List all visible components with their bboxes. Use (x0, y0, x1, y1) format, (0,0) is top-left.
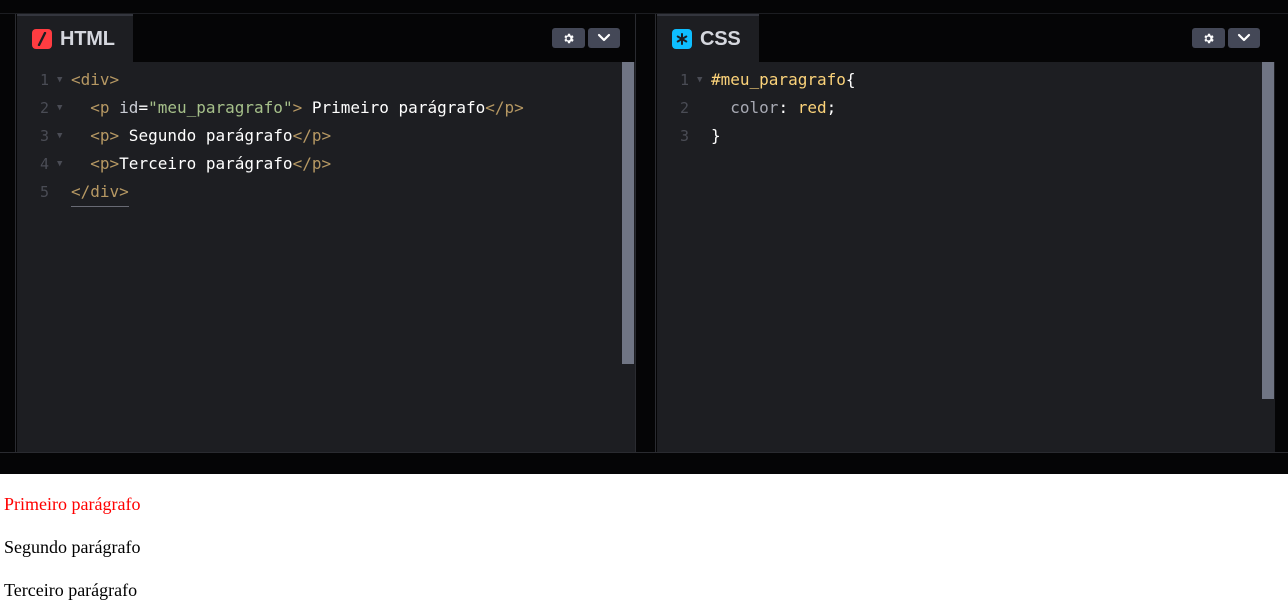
code-token: #meu_paragrafo (711, 70, 846, 89)
css-editor-pane: CSS 1 ▼ #meu_paragrafo{2 color: red; 3} (657, 14, 1275, 452)
code-token: </p> (292, 154, 332, 173)
css-options-dropdown[interactable] (1228, 28, 1260, 48)
code-token: } (711, 126, 721, 145)
fold-arrow-icon[interactable]: ▼ (57, 66, 62, 94)
code-token: <p> (71, 154, 120, 173)
preview-paragraph: Primeiro parágrafo (4, 494, 141, 514)
top-bar (0, 0, 1288, 14)
css-settings-button[interactable] (1192, 28, 1225, 48)
code-token: id (119, 98, 139, 117)
code-token: = (138, 98, 149, 117)
fold-arrow-icon[interactable]: ▼ (57, 150, 62, 178)
line-number: 2 (39, 99, 49, 117)
code-text: #meu_paragrafo{ (711, 66, 856, 94)
code-token: color (711, 98, 779, 117)
output-resize-bar[interactable] (0, 452, 1288, 474)
gear-icon (564, 33, 574, 43)
line-number: 4 (39, 155, 49, 173)
code-token: <p (71, 98, 120, 117)
fold-arrow-icon[interactable]: ▼ (697, 66, 702, 94)
line-number: 3 (39, 127, 49, 145)
css-code-editor[interactable]: 1 ▼ #meu_paragrafo{2 color: red; 3} (657, 62, 1275, 452)
html-tab-label: HTML (60, 27, 115, 50)
code-line[interactable]: 1 ▼ #meu_paragrafo{ (657, 66, 1275, 94)
html-slash-icon (32, 29, 52, 49)
code-line[interactable]: 2 ▼ <p id="meu_paragrafo"> Primeiro parág… (17, 94, 635, 122)
left-resize-gutter[interactable] (0, 14, 16, 453)
line-number: 3 (679, 127, 689, 145)
pane-resize-divider[interactable] (635, 14, 656, 453)
code-text: <p id="meu_paragrafo"> Primeiro parágraf… (71, 94, 524, 122)
html-tab[interactable]: HTML (17, 14, 133, 62)
code-token: : (778, 98, 798, 117)
code-line[interactable]: 3 ▼ <p> Segundo parágrafo</p> (17, 122, 635, 150)
code-token: Segundo parágrafo (119, 126, 293, 145)
preview-output: Primeiro parágrafo Segundo parágrafo Terce… (0, 474, 1288, 610)
gear-icon (1204, 33, 1214, 43)
line-number: 1 (39, 71, 49, 89)
code-token: Primeiro parágrafo (302, 98, 486, 117)
fold-arrow-icon[interactable]: ▼ (57, 94, 62, 122)
code-text: <p> Segundo parágrafo</p> (71, 122, 331, 150)
code-token: ; (826, 98, 837, 117)
css-tab[interactable]: CSS (657, 14, 759, 62)
html-editor-pane: HTML 1 ▼ <div> 2 ▼ <p id="meu_paragrafo"> Pr… (17, 14, 635, 452)
line-number: 1 (679, 71, 689, 89)
line-number: 5 (39, 183, 49, 201)
code-line[interactable]: 2 color: red; (657, 94, 1275, 122)
code-token: { (845, 70, 856, 89)
code-text: </div> (71, 178, 129, 207)
html-code-editor[interactable]: 1 ▼ <div> 2 ▼ <p id="meu_paragrafo"> Primeir… (17, 62, 635, 452)
editor-area: HTML 1 ▼ <div> 2 ▼ <p id="meu_paragrafo"> Pr… (0, 0, 1288, 474)
code-token: <div> (71, 70, 120, 89)
css-asterisk-icon (672, 29, 692, 49)
code-token: </p> (292, 126, 332, 145)
fold-arrow-icon[interactable]: ▼ (57, 122, 62, 150)
preview-paragraph: Terceiro parágrafo (4, 580, 138, 600)
code-text: } (711, 122, 721, 150)
code-text: <p>Terceiro parágrafo</p> (71, 150, 331, 178)
code-token: <p> (71, 126, 120, 145)
code-line[interactable]: 4 ▼ <p>Terceiro parágrafo</p> (17, 150, 635, 178)
html-options-dropdown[interactable] (588, 28, 620, 48)
code-line[interactable]: 1 ▼ <div> (17, 66, 635, 94)
preview-paragraph: Segundo parágrafo (4, 537, 141, 557)
code-token: </p> (485, 98, 524, 117)
chevron-down-icon (597, 33, 611, 42)
code-line[interactable]: 5 </div> (17, 178, 635, 207)
html-pane-header: HTML (17, 14, 635, 62)
line-number: 2 (679, 99, 689, 117)
code-token: "meu_paragrafo" (148, 98, 293, 117)
css-tab-label: CSS (700, 27, 741, 50)
code-token: > (292, 98, 303, 117)
code-token: red (797, 98, 827, 117)
code-text: <div> (71, 66, 119, 94)
html-settings-button[interactable] (552, 28, 585, 48)
chevron-down-icon (1237, 33, 1251, 42)
code-token: </div> (71, 182, 129, 201)
code-token: Terceiro parágrafo (119, 154, 293, 173)
css-pane-header: CSS (657, 14, 1275, 62)
code-text: color: red; (711, 94, 836, 122)
code-line[interactable]: 3} (657, 122, 1275, 150)
